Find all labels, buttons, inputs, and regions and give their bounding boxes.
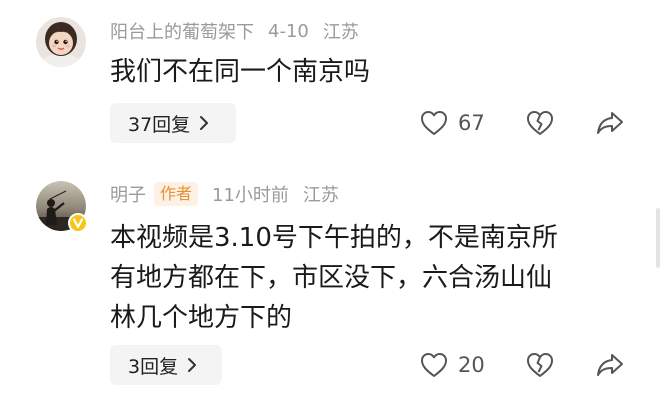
comment-text-line: 本视频是3.10号下午拍的，不是南京所	[110, 223, 558, 253]
heart-outline-icon[interactable]	[420, 352, 448, 378]
like-count: 20	[458, 353, 485, 377]
author-badge: 作者	[154, 182, 199, 206]
share-arrow-icon[interactable]	[595, 110, 625, 136]
broken-heart-icon[interactable]	[526, 352, 554, 378]
share-arrow-icon[interactable]	[595, 352, 625, 378]
avatar[interactable]	[36, 181, 88, 233]
verified-v-badge-icon	[68, 213, 88, 233]
comment-text-line: 林几个地方下的	[110, 303, 293, 333]
child-avatar-icon	[36, 17, 86, 67]
like-count: 67	[458, 111, 485, 135]
comment-item: 明子 作者 11小时前 江苏 本视频是3.10号下午拍的，不是南京所 有地方都在…	[0, 165, 660, 400]
scrollbar[interactable]	[656, 208, 660, 268]
comment-date: 4-10	[268, 20, 309, 42]
comment-meta: 明子 作者 11小时前 江苏	[110, 180, 339, 208]
comment-location: 江苏	[322, 22, 359, 43]
comment-text: 我们不在同一个南京吗	[110, 52, 640, 92]
heart-outline-icon[interactable]	[420, 110, 448, 136]
username[interactable]: 阳台上的葡萄架下	[110, 18, 254, 44]
comment-location: 江苏	[302, 185, 339, 206]
comment-text-line: 有地方都在下，市区没下，六合汤山仙	[110, 263, 553, 293]
comment-text-line: 我们不在同一个南京吗	[110, 57, 371, 87]
comment-meta: 阳台上的葡萄架下 4-10 江苏	[110, 17, 359, 45]
username[interactable]: 明子	[110, 181, 146, 207]
comment-actions: 20	[0, 345, 660, 385]
comment-item: 阳台上的葡萄架下 4-10 江苏 我们不在同一个南京吗 37回复 67	[0, 0, 660, 165]
broken-heart-icon[interactable]	[526, 110, 554, 136]
comment-actions: 67	[0, 103, 660, 143]
comment-text: 本视频是3.10号下午拍的，不是南京所 有地方都在下，市区没下，六合汤山仙 林几…	[110, 218, 640, 338]
avatar[interactable]	[36, 17, 86, 67]
comment-date: 11小时前	[212, 185, 289, 206]
